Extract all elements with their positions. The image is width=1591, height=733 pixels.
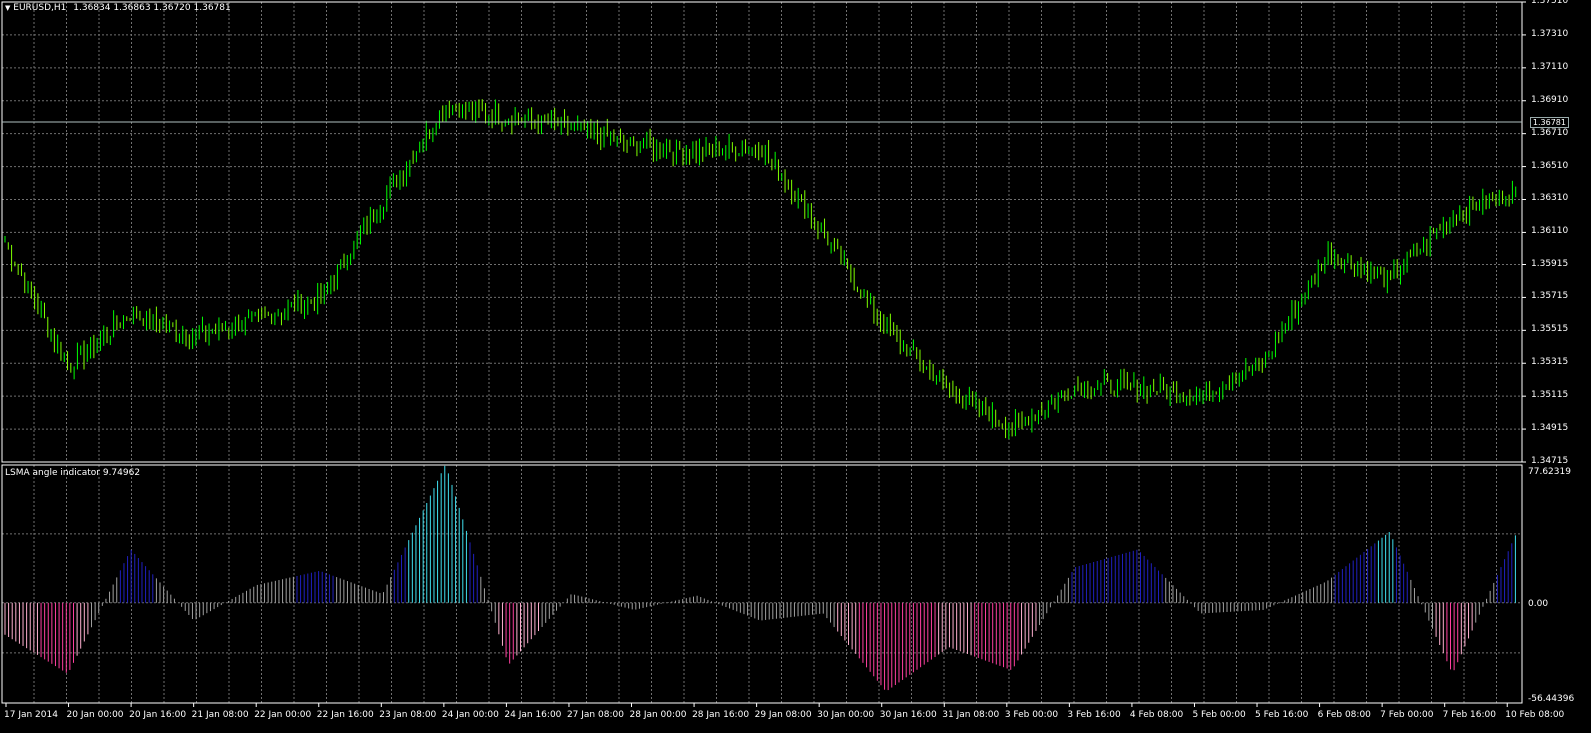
indicator-name: LSMA angle indicator	[5, 468, 100, 478]
price-tick-label: 1.36910	[1531, 94, 1569, 105]
time-tick-label: 7 Feb 16:00	[1442, 710, 1496, 720]
price-tick-label: 1.35515	[1531, 324, 1569, 335]
price-tick-label: 1.35915	[1531, 258, 1569, 269]
chart-canvas[interactable]	[0, 0, 1591, 733]
chart-grid	[2, 1, 1526, 703]
time-tick-label: 30 Jan 16:00	[879, 710, 937, 720]
time-tick-label: 22 Jan 16:00	[316, 710, 374, 720]
time-tick-label: 30 Jan 00:00	[817, 710, 875, 720]
current-price-tag: 1.36781	[1529, 116, 1569, 128]
price-tick-label: 1.36710	[1531, 127, 1569, 138]
time-tick-label: 3 Feb 00:00	[1004, 710, 1059, 720]
time-tick-label: 27 Jan 08:00	[566, 710, 624, 720]
time-tick-label: 31 Jan 08:00	[942, 710, 1000, 720]
time-tick-label: 24 Jan 00:00	[441, 710, 499, 720]
price-tick-label: 1.37110	[1531, 61, 1569, 72]
indicator-panel-frame	[1, 464, 1523, 704]
price-tick-label: 1.36110	[1531, 226, 1569, 237]
price-tick-label: 1.34715	[1531, 456, 1569, 466]
time-tick-label: 4 Feb 08:00	[1129, 710, 1184, 720]
price-tick-label: 1.35715	[1531, 291, 1569, 302]
ohlc-label: 1.36834 1.36863 1.36720 1.36781	[73, 3, 231, 13]
main-header[interactable]: ▼ EURUSD,H1 1.36834 1.36863 1.36720 1.36…	[5, 3, 231, 13]
indicator-max-label: 77.62319	[1528, 467, 1571, 477]
indicator-header: LSMA angle indicator 9.74962	[5, 468, 140, 478]
indicator-zero-label: 0.00	[1528, 599, 1549, 609]
time-tick-label: 10 Feb 08:00	[1505, 710, 1565, 720]
menu-arrow-icon[interactable]: ▼	[5, 4, 10, 12]
price-tick-label: 1.37310	[1531, 28, 1569, 39]
time-tick-label: 22 Jan 00:00	[254, 710, 312, 720]
time-tick-label: 23 Jan 08:00	[379, 710, 437, 720]
time-tick-label: 6 Feb 08:00	[1317, 710, 1371, 720]
price-tick-label: 1.34915	[1531, 423, 1569, 434]
time-tick-label: 28 Jan 16:00	[692, 710, 750, 720]
time-tick-label: 5 Feb 00:00	[1192, 710, 1246, 720]
symbol-label: EURUSD,H1	[13, 3, 67, 13]
price-tick-label: 1.35115	[1531, 390, 1569, 401]
time-tick-label: 5 Feb 16:00	[1255, 710, 1309, 720]
price-tick-label: 1.36310	[1531, 193, 1569, 204]
time-tick-label: 17 Jan 2014	[4, 710, 58, 720]
time-tick-label: 3 Feb 16:00	[1067, 710, 1121, 720]
time-tick-label: 7 Feb 00:00	[1380, 710, 1434, 720]
indicator-value: 9.74962	[102, 468, 141, 478]
price-candles	[4, 99, 1517, 440]
price-tick-label: 1.36510	[1531, 160, 1569, 171]
time-tick-label: 29 Jan 08:00	[754, 710, 812, 720]
price-tick-label: 1.35315	[1531, 357, 1569, 368]
price-tick-label: 1.37510	[1531, 0, 1569, 6]
indicator-histogram	[4, 465, 1516, 691]
time-tick-label: 20 Jan 00:00	[66, 710, 124, 720]
time-tick-label: 21 Jan 08:00	[191, 710, 249, 720]
time-tick-label: 20 Jan 16:00	[129, 710, 187, 720]
time-tick-label: 28 Jan 00:00	[629, 710, 687, 720]
indicator-min-label: -56.44396	[1528, 694, 1575, 704]
time-tick-label: 24 Jan 16:00	[504, 710, 562, 720]
chart-frames	[1, 1, 1523, 707]
